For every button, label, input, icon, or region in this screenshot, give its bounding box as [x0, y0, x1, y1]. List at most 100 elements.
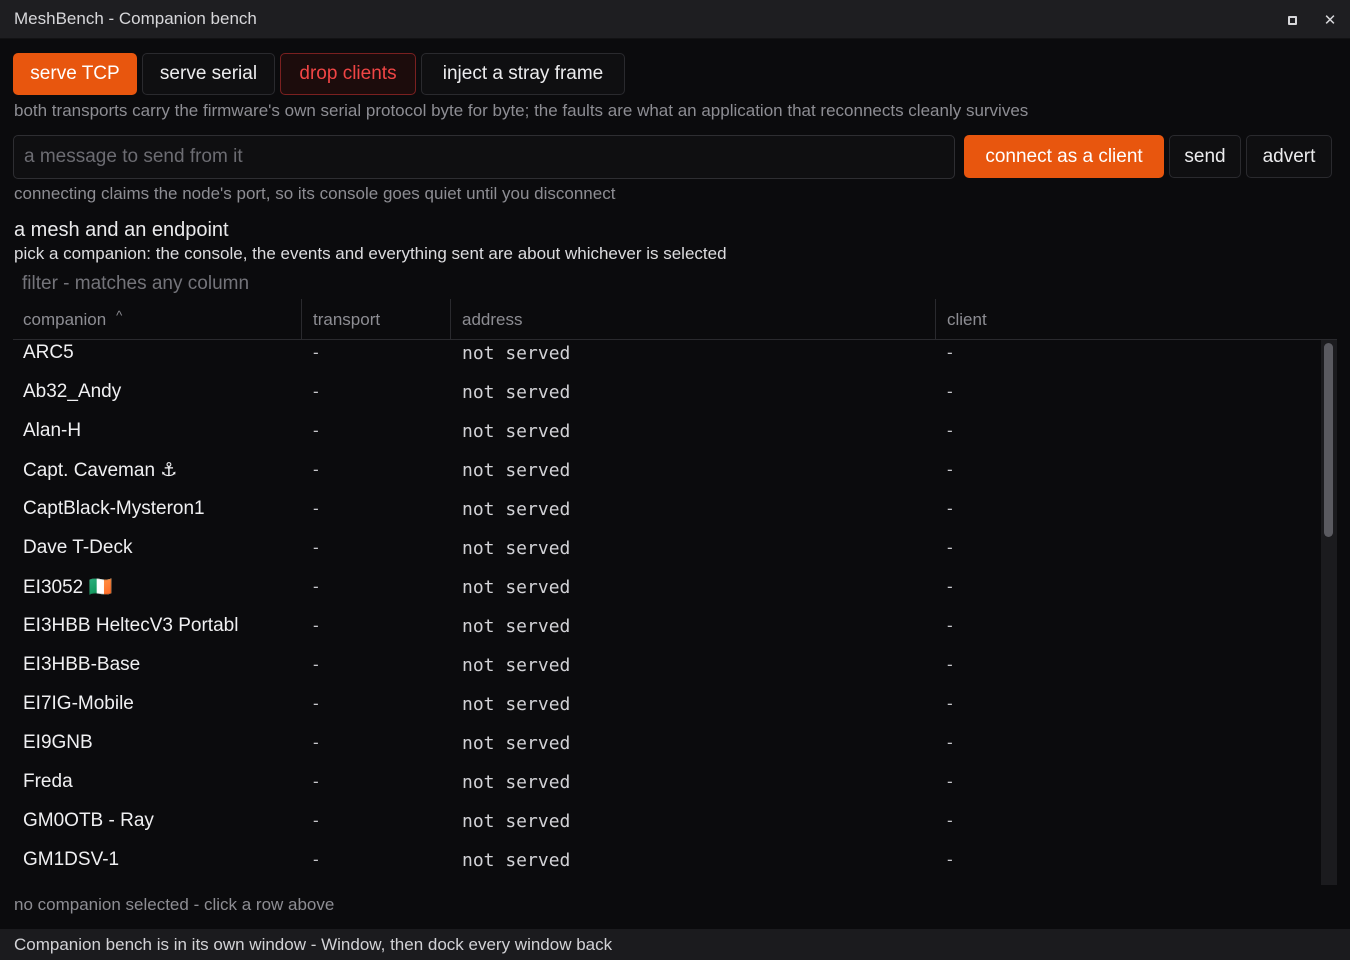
transport-value: - — [313, 343, 319, 362]
address-value: not served — [462, 498, 571, 520]
transport-value: - — [313, 499, 319, 518]
connect-as-client-button[interactable]: connect as a client — [964, 135, 1164, 178]
inject-stray-frame-button[interactable]: inject a stray frame — [421, 53, 625, 95]
companion-name: EI7IG-Mobile — [23, 693, 134, 714]
table-row[interactable]: Alan-H - not served - — [13, 418, 1321, 457]
table-row[interactable]: GM1DSV-1 - not served - — [13, 847, 1321, 885]
table-row[interactable]: ARC5 - not served - — [13, 340, 1321, 379]
companion-table-body: ARC5 - not served - Ab32_Andy - not serv… — [13, 340, 1321, 885]
companion-name: EI3HBB-Base — [23, 654, 141, 675]
address-value: not served — [462, 420, 571, 442]
connect-note: connecting claims the node's port, so it… — [14, 184, 616, 203]
table-row[interactable]: EI3HBB HeltecV3 Portabl - not served - — [13, 613, 1321, 652]
filter-input[interactable] — [14, 270, 614, 298]
column-header-address[interactable]: address — [462, 299, 522, 340]
companion-name: EI9GNB — [23, 732, 93, 753]
column-header-companion-label: companion — [23, 309, 107, 329]
address-value: not served — [462, 771, 571, 793]
companion-name: GM0OTB - Ray — [23, 810, 154, 831]
client-value: - — [947, 616, 953, 635]
table-row[interactable]: EI9GNB - not served - — [13, 730, 1321, 769]
table-row[interactable]: Capt. Caveman ⚓ - not served - — [13, 457, 1321, 496]
companion-name: Freda — [23, 771, 73, 792]
address-value: not served — [462, 615, 571, 637]
serve-tcp-button[interactable]: serve TCP — [13, 53, 137, 95]
client-value: - — [947, 733, 953, 752]
client-value: - — [947, 772, 953, 791]
column-divider[interactable] — [301, 299, 302, 340]
column-divider[interactable] — [935, 299, 936, 340]
companion-name: GM1DSV-1 — [23, 849, 120, 870]
transport-value: - — [313, 850, 319, 869]
client-value: - — [947, 655, 953, 674]
table-row[interactable]: EI3052 🇮🇪 - not served - — [13, 574, 1321, 613]
window-title: MeshBench - Companion bench — [14, 9, 257, 28]
transport-value: - — [313, 421, 319, 440]
table-row[interactable]: GM0OTB - Ray - not served - — [13, 808, 1321, 847]
serve-serial-button[interactable]: serve serial — [142, 53, 275, 95]
table-row[interactable]: CaptBlack-Mysteron1 - not served - — [13, 496, 1321, 535]
scrollbar-thumb[interactable] — [1324, 343, 1333, 537]
companion-name: EI3HBB HeltecV3 Portabl — [23, 615, 239, 636]
status-bar: Companion bench is in its own window - W… — [0, 929, 1350, 960]
table-row[interactable]: Dave T-Deck - not served - — [13, 535, 1321, 574]
client-value: - — [947, 421, 953, 440]
address-value: not served — [462, 654, 571, 676]
address-value: not served — [462, 810, 571, 832]
transport-value: - — [313, 772, 319, 791]
transport-value: - — [313, 382, 319, 401]
client-value: - — [947, 694, 953, 713]
advert-button[interactable]: advert — [1246, 135, 1332, 178]
maximize-button[interactable] — [1282, 10, 1302, 30]
address-value: not served — [462, 732, 571, 754]
close-icon: ✕ — [1323, 12, 1337, 29]
companion-name: Capt. Caveman ⚓ — [23, 459, 178, 481]
client-value: - — [947, 460, 953, 479]
companion-name: ARC5 — [23, 342, 74, 363]
companion-name: CaptBlack-Mysteron1 — [23, 498, 205, 519]
client-value: - — [947, 538, 953, 557]
drop-clients-button[interactable]: drop clients — [280, 53, 416, 95]
status-bar-text: Companion bench is in its own window - W… — [14, 934, 613, 954]
transport-value: - — [313, 655, 319, 674]
transport-value: - — [313, 538, 319, 557]
message-input[interactable] — [13, 135, 955, 179]
address-value: not served — [462, 576, 571, 598]
maximize-icon — [1287, 15, 1297, 25]
client-value: - — [947, 382, 953, 401]
client-value: - — [947, 577, 953, 596]
companion-name: EI3052 🇮🇪 — [23, 577, 113, 598]
address-value: not served — [462, 693, 571, 715]
address-value: not served — [462, 381, 571, 403]
transport-value: - — [313, 811, 319, 830]
address-value: not served — [462, 537, 571, 559]
table-scrollbar[interactable] — [1321, 340, 1337, 885]
table-row[interactable]: Freda - not served - — [13, 769, 1321, 808]
client-value: - — [947, 343, 953, 362]
transport-value: - — [313, 460, 319, 479]
address-value: not served — [462, 342, 571, 364]
column-header-client[interactable]: client — [947, 299, 987, 340]
close-button[interactable]: ✕ — [1320, 10, 1340, 30]
table-row[interactable]: EI3HBB-Base - not served - — [13, 652, 1321, 691]
companion-name: Alan-H — [23, 420, 82, 441]
send-button[interactable]: send — [1169, 135, 1241, 178]
companion-name: Ab32_Andy — [23, 381, 122, 402]
client-value: - — [947, 499, 953, 518]
companion-name: Dave T-Deck — [23, 537, 133, 558]
table-header: companion ^ transport address client — [13, 299, 1337, 340]
transport-value: - — [313, 694, 319, 713]
column-header-companion[interactable]: companion ^ — [23, 299, 122, 340]
address-value: not served — [462, 459, 571, 481]
section-subtitle: pick a companion: the console, the event… — [14, 244, 727, 263]
table-row[interactable]: Ab32_Andy - not served - — [13, 379, 1321, 418]
transport-value: - — [313, 577, 319, 596]
table-row[interactable]: EI7IG-Mobile - not served - — [13, 691, 1321, 730]
transport-note: both transports carry the firmware's own… — [14, 101, 1029, 120]
transport-value: - — [313, 733, 319, 752]
section-title: a mesh and an endpoint — [14, 219, 229, 241]
column-header-transport[interactable]: transport — [313, 299, 380, 340]
column-divider[interactable] — [450, 299, 451, 340]
address-value: not served — [462, 849, 571, 871]
client-value: - — [947, 811, 953, 830]
